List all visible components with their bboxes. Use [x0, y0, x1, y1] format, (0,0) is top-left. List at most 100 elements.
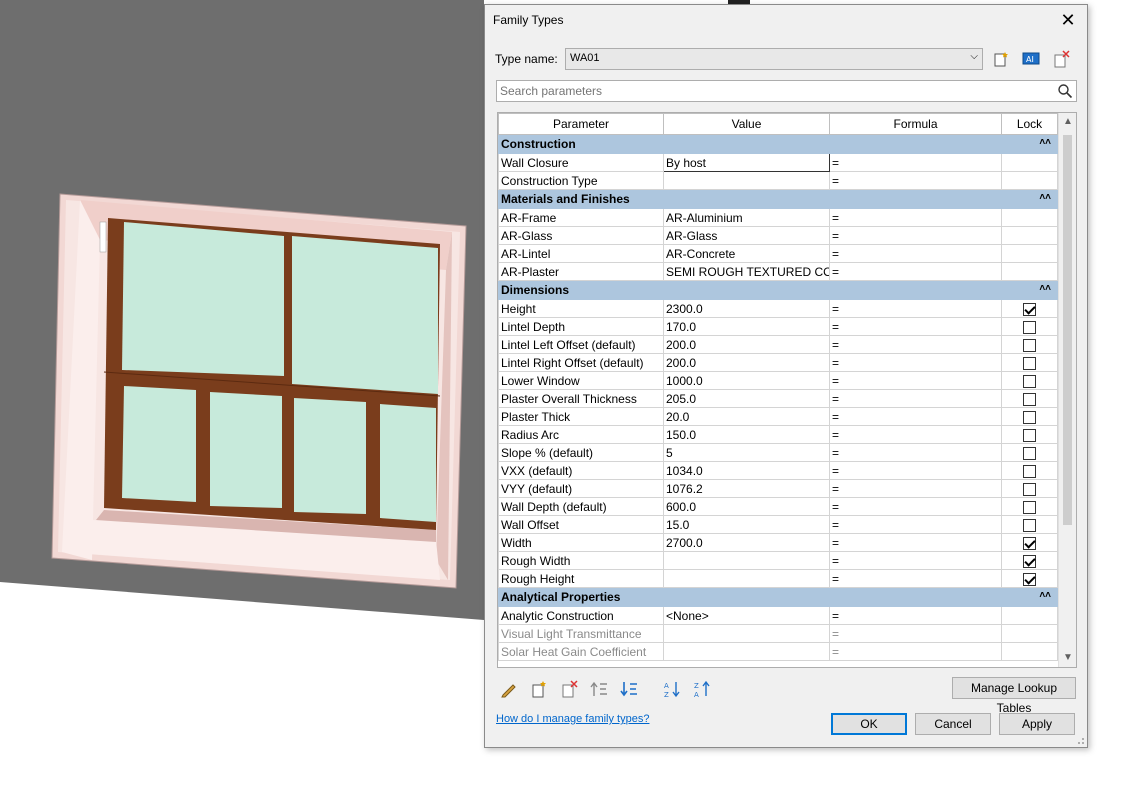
lock-cell[interactable]	[1001, 497, 1058, 516]
formula-cell[interactable]: =	[829, 153, 1002, 172]
value-cell[interactable]: AR-Concrete	[663, 244, 830, 263]
cancel-button[interactable]: Cancel	[915, 713, 991, 735]
formula-cell[interactable]: =	[829, 171, 1002, 190]
value-cell[interactable]	[663, 624, 830, 643]
value-cell[interactable]: 15.0	[663, 515, 830, 534]
column-header-lock[interactable]: Lock	[1001, 113, 1058, 135]
formula-cell[interactable]: =	[829, 533, 1002, 552]
table-row[interactable]: Slope % (default) 5 =	[498, 443, 1058, 462]
lock-cell[interactable]	[1001, 533, 1058, 552]
value-cell[interactable]: 5	[663, 443, 830, 462]
column-header-value[interactable]: Value	[663, 113, 830, 135]
new-type-icon[interactable]	[991, 49, 1011, 69]
lock-checkbox[interactable]	[1023, 320, 1036, 334]
close-icon[interactable]: ✕	[1057, 9, 1079, 31]
lock-cell[interactable]	[1001, 353, 1058, 372]
lock-checkbox[interactable]	[1023, 482, 1036, 496]
formula-cell[interactable]: =	[829, 515, 1002, 534]
group-header-row[interactable]: Analytical Properties ˄˄	[498, 587, 1058, 607]
window-model[interactable]	[51, 193, 467, 589]
group-header-row[interactable]: Materials and Finishes ˄˄	[498, 189, 1058, 209]
lock-cell[interactable]	[1001, 443, 1058, 462]
lock-checkbox[interactable]	[1023, 554, 1036, 568]
table-row[interactable]: Lintel Right Offset (default) 200.0 =	[498, 353, 1058, 372]
value-cell[interactable]: SEMI ROUGH TEXTURED CO	[663, 262, 830, 281]
value-cell[interactable]: 600.0	[663, 497, 830, 516]
lock-checkbox[interactable]	[1023, 302, 1036, 316]
formula-cell[interactable]: =	[829, 317, 1002, 336]
lock-cell[interactable]	[1001, 299, 1058, 318]
value-cell[interactable]: 1034.0	[663, 461, 830, 480]
vertical-scrollbar[interactable]: ▲ ▼	[1058, 113, 1076, 667]
lock-cell[interactable]	[1001, 425, 1058, 444]
delete-parameter-icon[interactable]	[559, 679, 579, 699]
apply-button[interactable]: Apply	[999, 713, 1075, 735]
formula-cell[interactable]: =	[829, 389, 1002, 408]
table-row[interactable]: Wall Offset 15.0 =	[498, 515, 1058, 534]
type-name-dropdown[interactable]: WA01 ⌵	[565, 48, 983, 70]
table-row[interactable]: Width 2700.0 =	[498, 533, 1058, 552]
rename-type-icon[interactable]: AI	[1021, 49, 1041, 69]
lock-cell[interactable]	[1001, 461, 1058, 480]
collapse-group-icon[interactable]: ˄˄	[1039, 283, 1051, 294]
lock-checkbox[interactable]	[1023, 338, 1036, 352]
value-cell[interactable]: 150.0	[663, 425, 830, 444]
table-row[interactable]: AR-Frame AR-Aluminium =	[498, 208, 1058, 227]
formula-cell[interactable]: =	[829, 642, 1002, 661]
table-row[interactable]: Radius Arc 150.0 =	[498, 425, 1058, 444]
table-row[interactable]: Lintel Left Offset (default) 200.0 =	[498, 335, 1058, 354]
formula-cell[interactable]: =	[829, 551, 1002, 570]
collapse-group-icon[interactable]: ˄˄	[1039, 137, 1051, 148]
column-header-parameter[interactable]: Parameter	[498, 113, 664, 135]
value-cell[interactable]: <None>	[663, 606, 830, 625]
help-link[interactable]: How do I manage family types?	[496, 713, 649, 725]
table-row[interactable]: Construction Type =	[498, 171, 1058, 190]
sort-ascending-icon[interactable]: A Z	[663, 679, 683, 699]
formula-cell[interactable]: =	[829, 353, 1002, 372]
value-cell[interactable]: 1000.0	[663, 371, 830, 390]
column-header-formula[interactable]: Formula	[829, 113, 1002, 135]
move-up-icon[interactable]	[589, 679, 609, 699]
table-row[interactable]: Analytic Construction <None> =	[498, 606, 1058, 625]
lock-cell[interactable]	[1001, 335, 1058, 354]
formula-cell[interactable]: =	[829, 479, 1002, 498]
table-row[interactable]: Plaster Thick 20.0 =	[498, 407, 1058, 426]
scroll-down-icon[interactable]: ▼	[1059, 649, 1076, 667]
formula-cell[interactable]: =	[829, 569, 1002, 588]
formula-cell[interactable]: =	[829, 262, 1002, 281]
lock-cell[interactable]	[1001, 371, 1058, 390]
formula-cell[interactable]: =	[829, 624, 1002, 643]
group-header-row[interactable]: Construction ˄˄	[498, 134, 1058, 154]
group-header-row[interactable]: Dimensions ˄˄	[498, 280, 1058, 300]
formula-cell[interactable]: =	[829, 497, 1002, 516]
formula-cell[interactable]: =	[829, 335, 1002, 354]
table-row[interactable]: Lower Window 1000.0 =	[498, 371, 1058, 390]
scrollbar-thumb[interactable]	[1063, 135, 1072, 525]
lock-checkbox[interactable]	[1023, 356, 1036, 370]
lock-checkbox[interactable]	[1023, 464, 1036, 478]
lock-checkbox[interactable]	[1023, 518, 1036, 532]
table-row[interactable]: Rough Width =	[498, 551, 1058, 570]
value-cell[interactable]: 205.0	[663, 389, 830, 408]
table-row[interactable]: Wall Depth (default) 600.0 =	[498, 497, 1058, 516]
lock-cell[interactable]	[1001, 317, 1058, 336]
value-cell[interactable]	[663, 642, 830, 661]
sort-descending-icon[interactable]: Z A	[693, 679, 713, 699]
collapse-group-icon[interactable]: ˄˄	[1039, 590, 1051, 601]
lock-cell[interactable]	[1001, 515, 1058, 534]
lock-checkbox[interactable]	[1023, 392, 1036, 406]
search-parameters-field[interactable]	[496, 80, 1077, 102]
table-row[interactable]: Plaster Overall Thickness 205.0 =	[498, 389, 1058, 408]
lock-checkbox[interactable]	[1023, 428, 1036, 442]
table-row[interactable]: AR-Lintel AR-Concrete =	[498, 244, 1058, 263]
table-row[interactable]: Solar Heat Gain Coefficient =	[498, 642, 1058, 661]
table-row[interactable]: VXX (default) 1034.0 =	[498, 461, 1058, 480]
move-down-icon[interactable]	[619, 679, 639, 699]
ok-button[interactable]: OK	[831, 713, 907, 735]
lock-checkbox[interactable]	[1023, 536, 1036, 550]
lock-cell[interactable]	[1001, 389, 1058, 408]
formula-cell[interactable]: =	[829, 299, 1002, 318]
lock-cell[interactable]	[1001, 407, 1058, 426]
value-cell[interactable]: 200.0	[663, 335, 830, 354]
table-row[interactable]: VYY (default) 1076.2 =	[498, 479, 1058, 498]
